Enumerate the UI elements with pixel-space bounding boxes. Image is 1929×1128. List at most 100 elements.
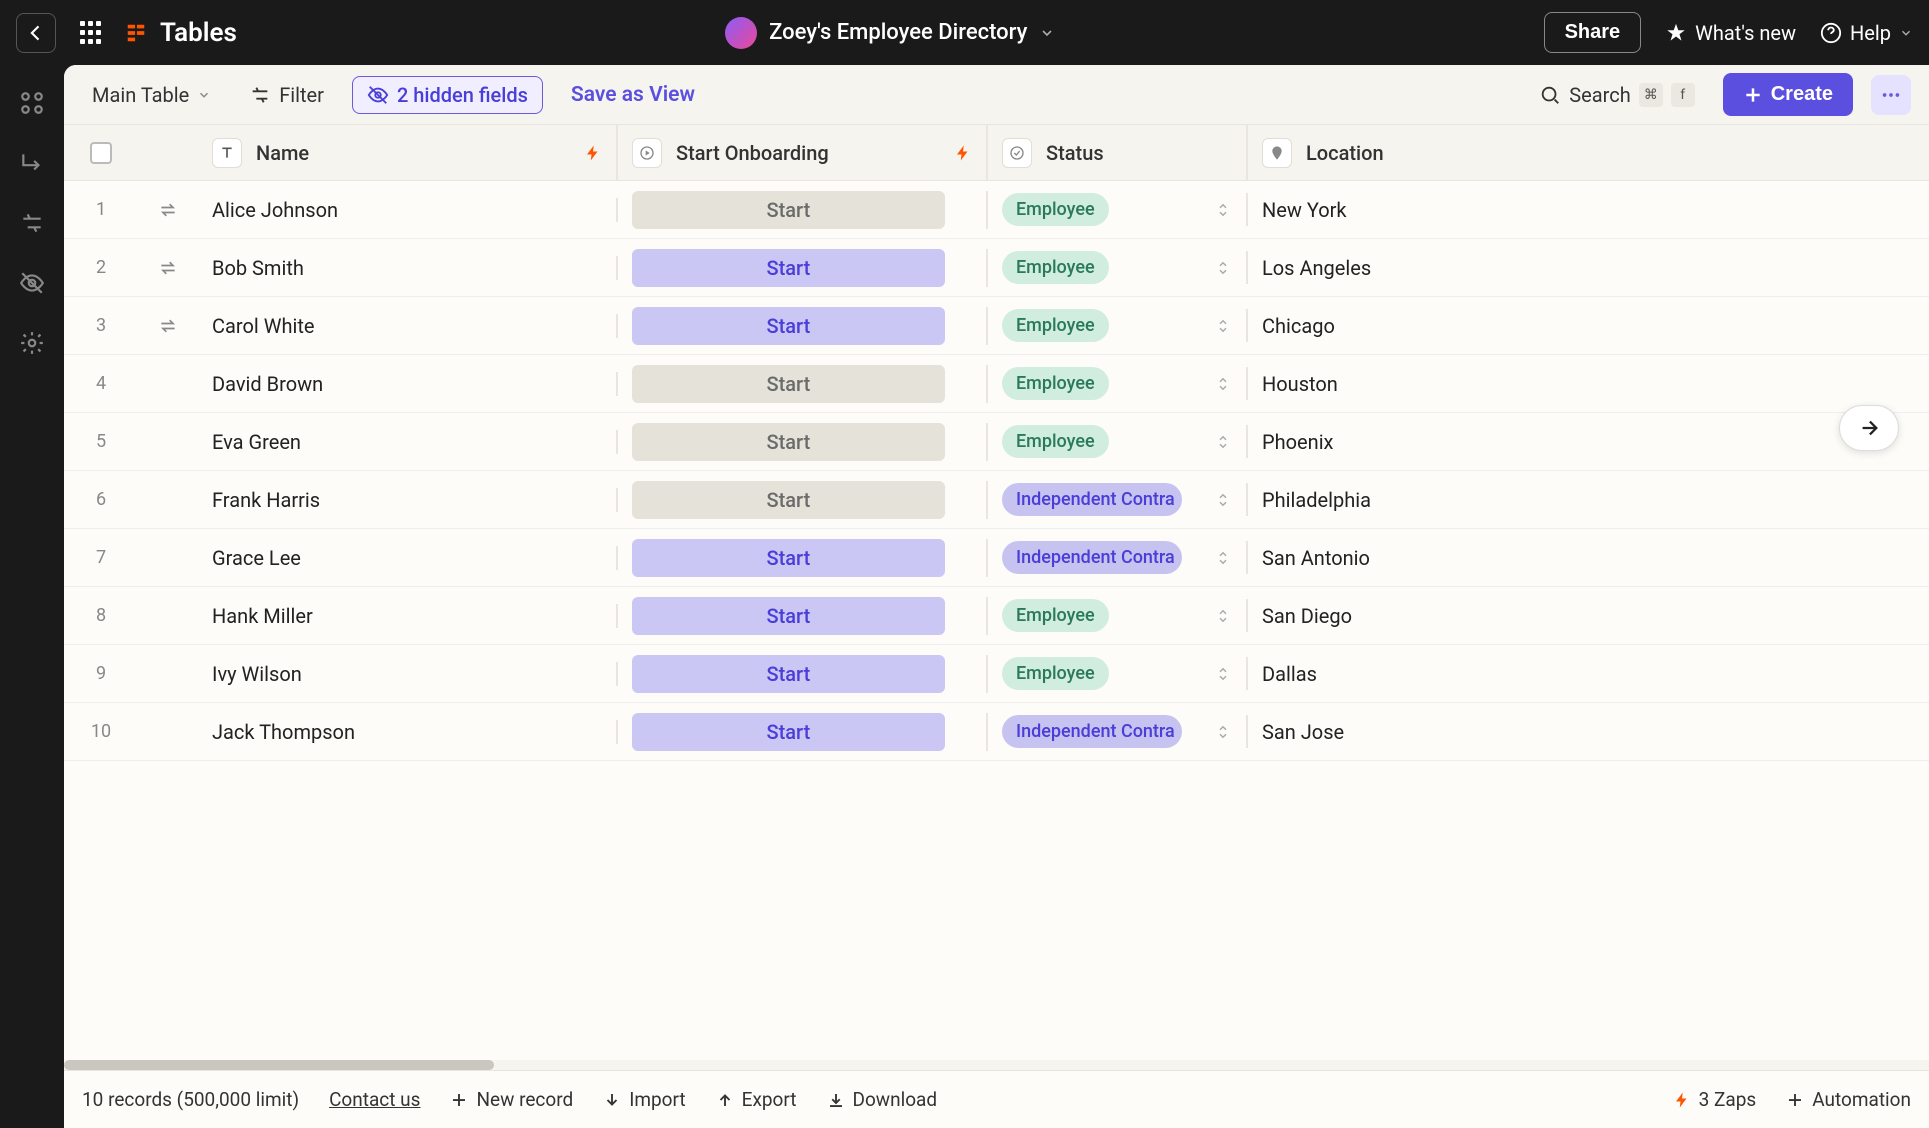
apps-grid-icon[interactable] <box>80 21 104 45</box>
cell-location[interactable]: Los Angeles <box>1262 256 1371 280</box>
linked-record-icon[interactable] <box>138 316 198 336</box>
cell-location[interactable]: San Diego <box>1262 604 1352 628</box>
filter-icon <box>249 84 271 106</box>
sidebar-settings-icon[interactable] <box>18 329 46 357</box>
start-button[interactable]: Start <box>632 191 945 229</box>
scroll-right-button[interactable] <box>1839 405 1899 451</box>
avatar[interactable] <box>725 17 757 49</box>
status-selector-icon[interactable] <box>1214 549 1232 567</box>
table-row[interactable]: 4David BrownStartEmployeeHouston <box>64 355 1929 413</box>
create-button[interactable]: Create <box>1723 73 1853 116</box>
column-location[interactable]: Location <box>1248 125 1929 180</box>
whats-new-link[interactable]: What's new <box>1665 21 1796 45</box>
table-row[interactable]: 10Jack ThompsonStartIndependent ContraSa… <box>64 703 1929 761</box>
row-number: 4 <box>96 373 106 394</box>
status-selector-icon[interactable] <box>1214 665 1232 683</box>
sidebar-filter-icon[interactable] <box>18 209 46 237</box>
table-row[interactable]: 6Frank HarrisStartIndependent ContraPhil… <box>64 471 1929 529</box>
save-as-view-button[interactable]: Save as View <box>561 77 705 113</box>
cell-location[interactable]: San Jose <box>1262 720 1344 744</box>
select-all-checkbox[interactable] <box>90 142 112 164</box>
start-button[interactable]: Start <box>632 307 945 345</box>
table-row[interactable]: 5 Eva Green Start Employee Phoenix <box>64 413 1929 471</box>
cell-name[interactable]: Eva Green <box>212 430 301 454</box>
cell-name[interactable]: Grace Lee <box>212 546 301 570</box>
cell-location[interactable]: Houston <box>1262 372 1338 396</box>
row-number: 9 <box>96 663 106 684</box>
cell-location[interactable]: New York <box>1262 198 1347 222</box>
column-name[interactable]: Name <box>198 125 618 180</box>
status-selector-icon[interactable] <box>1214 201 1232 219</box>
cell-name[interactable]: Ivy Wilson <box>212 662 302 686</box>
status-selector-icon[interactable] <box>1214 607 1232 625</box>
start-button[interactable]: Start <box>632 597 945 635</box>
cell-name[interactable]: Carol White <box>212 314 314 338</box>
start-button[interactable]: Start <box>632 481 945 519</box>
table-row[interactable]: 8Hank MillerStartEmployeeSan Diego <box>64 587 1929 645</box>
brand-text: Tables <box>160 18 237 48</box>
linked-record-icon[interactable] <box>138 258 198 278</box>
linked-record-icon[interactable] <box>138 200 198 220</box>
start-button[interactable]: Start <box>632 365 945 403</box>
row-number: 2 <box>96 257 106 278</box>
cell-name[interactable]: Alice Johnson <box>212 198 338 222</box>
automation-button[interactable]: Automation <box>1786 1088 1911 1111</box>
import-button[interactable]: Import <box>603 1088 685 1111</box>
status-selector-icon[interactable] <box>1214 723 1232 741</box>
export-button[interactable]: Export <box>716 1088 797 1111</box>
table-row[interactable]: 9Ivy WilsonStartEmployeeDallas <box>64 645 1929 703</box>
help-link[interactable]: Help <box>1820 21 1913 45</box>
status-selector-icon[interactable] <box>1214 317 1232 335</box>
start-button[interactable]: Start <box>632 249 945 287</box>
status-selector-icon[interactable] <box>1214 491 1232 509</box>
sidebar-workflows-icon[interactable] <box>18 89 46 117</box>
row-number: 5 <box>96 431 106 452</box>
cell-name[interactable]: Bob Smith <box>212 256 304 280</box>
zaps-button[interactable]: 3 Zaps <box>1673 1088 1757 1111</box>
brand-icon <box>124 21 148 45</box>
cell-name[interactable]: Frank Harris <box>212 488 320 512</box>
share-button[interactable]: Share <box>1544 12 1642 53</box>
start-button[interactable]: Start <box>632 423 945 461</box>
download-button[interactable]: Download <box>827 1088 938 1111</box>
table-row[interactable]: 1Alice JohnsonStartEmployeeNew York <box>64 181 1929 239</box>
status-selector-icon[interactable] <box>1214 259 1232 277</box>
search-button[interactable]: Search ⌘ f <box>1529 77 1704 113</box>
start-button[interactable]: Start <box>632 713 945 751</box>
table-row[interactable]: 7Grace LeeStartIndependent ContraSan Ant… <box>64 529 1929 587</box>
cell-name[interactable]: Jack Thompson <box>212 720 355 744</box>
start-button[interactable]: Start <box>632 539 945 577</box>
sidebar-hidden-icon[interactable] <box>18 269 46 297</box>
table-row[interactable]: 3Carol WhiteStartEmployeeChicago <box>64 297 1929 355</box>
row-number: 10 <box>91 721 111 742</box>
status-selector-icon[interactable] <box>1214 433 1232 451</box>
filter-button[interactable]: Filter <box>239 77 334 113</box>
status-badge: Employee <box>1002 425 1109 458</box>
back-button[interactable] <box>16 13 56 53</box>
document-title[interactable]: Zoey's Employee Directory <box>769 20 1027 45</box>
cell-name[interactable]: Hank Miller <box>212 604 313 628</box>
cell-location[interactable]: Dallas <box>1262 662 1317 686</box>
cell-location[interactable]: Chicago <box>1262 314 1335 338</box>
column-onboarding[interactable]: Start Onboarding <box>618 125 988 180</box>
bolt-icon <box>1673 1091 1691 1109</box>
cell-name[interactable]: David Brown <box>212 372 323 396</box>
new-record-button[interactable]: New record <box>450 1088 573 1111</box>
cell-location[interactable]: Phoenix <box>1262 430 1333 454</box>
more-button[interactable] <box>1871 75 1911 115</box>
cell-location[interactable]: Philadelphia <box>1262 488 1371 512</box>
status-selector-icon[interactable] <box>1214 375 1232 393</box>
chevron-down-icon[interactable] <box>1039 25 1055 41</box>
cell-location[interactable]: San Antonio <box>1262 546 1370 570</box>
kbd-cmd: ⌘ <box>1639 83 1663 107</box>
play-type-icon <box>632 138 662 168</box>
contact-us-link[interactable]: Contact us <box>329 1088 420 1111</box>
column-status[interactable]: Status <box>988 125 1248 180</box>
sidebar-branch-icon[interactable] <box>18 149 46 177</box>
horizontal-scrollbar[interactable] <box>64 1060 1929 1070</box>
start-button[interactable]: Start <box>632 655 945 693</box>
view-selector[interactable]: Main Table <box>82 77 221 113</box>
table-row[interactable]: 2Bob SmithStartEmployeeLos Angeles <box>64 239 1929 297</box>
hidden-fields-button[interactable]: 2 hidden fields <box>352 76 543 114</box>
star-icon <box>1665 22 1687 44</box>
